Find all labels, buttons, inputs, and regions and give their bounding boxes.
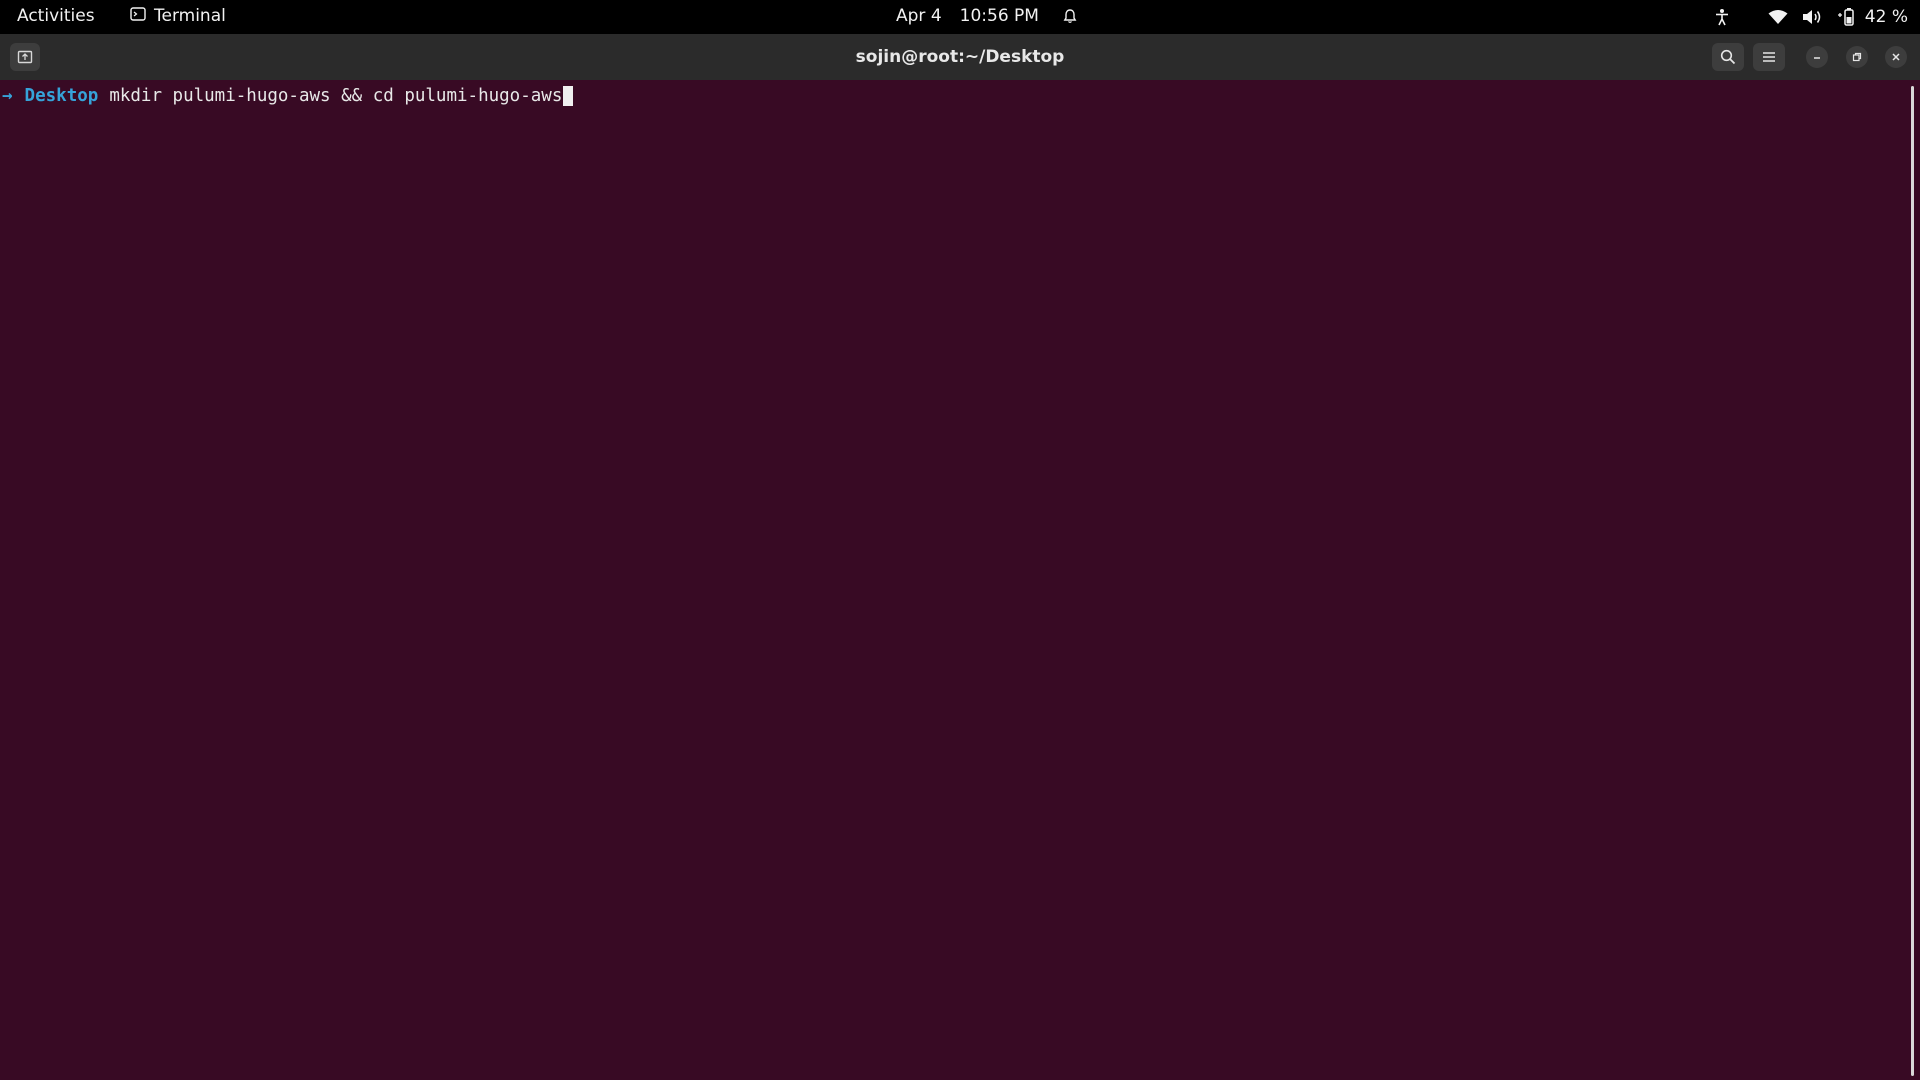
terminal-icon xyxy=(130,6,146,26)
window-title: sojin@root:~/Desktop xyxy=(855,47,1065,67)
top-bar: Activities Terminal Apr 4 10:56 PM 42 % xyxy=(0,0,1920,34)
scrollbar-thumb[interactable] xyxy=(1911,86,1914,1076)
menu-button[interactable] xyxy=(1753,43,1785,71)
search-icon xyxy=(1720,49,1736,65)
maximize-icon xyxy=(1852,52,1862,62)
volume-icon[interactable] xyxy=(1799,4,1825,30)
alarm-icon xyxy=(1063,8,1077,24)
battery-icon[interactable] xyxy=(1833,4,1859,30)
prompt-cwd: Desktop xyxy=(24,86,99,106)
system-tray[interactable]: 42 % xyxy=(1709,4,1908,30)
prompt-line: → Desktop mkdir pulumi-hugo-aws && cd pulu… xyxy=(2,83,574,109)
clock[interactable]: Apr 4 10:56 PM xyxy=(896,6,1077,26)
text-cursor xyxy=(563,86,574,106)
new-tab-icon xyxy=(17,50,33,64)
terminal-window: sojin@root:~/Desktop → Desktop mkdir pul… xyxy=(0,34,1920,1080)
activities-button[interactable]: Activities xyxy=(17,6,95,26)
window-headerbar[interactable]: sojin@root:~/Desktop xyxy=(0,34,1920,80)
app-menu-label: Terminal xyxy=(154,6,226,26)
terminal-content[interactable]: → Desktop mkdir pulumi-hugo-aws && cd pulu… xyxy=(0,80,1908,1080)
maximize-button[interactable] xyxy=(1846,46,1868,68)
wifi-icon[interactable] xyxy=(1765,4,1791,30)
clock-date: Apr 4 xyxy=(896,6,942,26)
command-text: mkdir pulumi-hugo-aws && cd pulumi-hugo-… xyxy=(109,86,563,106)
clock-time: 10:56 PM xyxy=(959,6,1039,26)
close-button[interactable] xyxy=(1885,46,1907,68)
minimize-button[interactable] xyxy=(1806,46,1828,68)
search-button[interactable] xyxy=(1712,43,1744,71)
new-tab-button[interactable] xyxy=(10,43,40,71)
battery-percentage: 42 % xyxy=(1864,7,1908,27)
scrollbar[interactable] xyxy=(1908,80,1920,1080)
close-icon xyxy=(1891,52,1901,62)
minimize-icon xyxy=(1812,52,1822,62)
hamburger-menu-icon xyxy=(1762,51,1776,63)
accessibility-icon[interactable] xyxy=(1709,4,1735,30)
prompt-arrow: → xyxy=(2,86,13,106)
app-menu[interactable]: Terminal xyxy=(130,6,226,26)
